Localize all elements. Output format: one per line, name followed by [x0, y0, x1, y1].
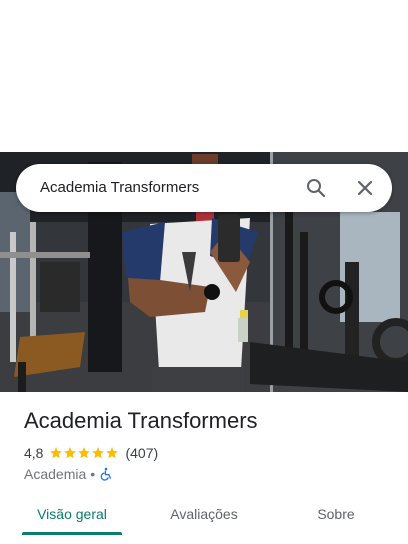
star-icon — [78, 447, 91, 459]
review-count[interactable]: (407) — [125, 445, 158, 461]
star-icon — [106, 447, 119, 459]
tab-about[interactable]: Sobre — [286, 492, 386, 536]
tab-bar: Visão geral Avaliações Sobre — [0, 492, 408, 544]
place-category[interactable]: Academia — [24, 466, 86, 482]
blank-header-area — [0, 0, 408, 152]
tab-overview[interactable]: Visão geral — [22, 492, 122, 536]
star-rating — [49, 446, 119, 460]
star-icon — [64, 447, 77, 459]
close-icon[interactable] — [353, 176, 377, 200]
wheelchair-icon — [99, 467, 113, 481]
category-row: Academia • — [24, 465, 113, 483]
search-icon[interactable] — [304, 176, 328, 200]
search-input[interactable]: Academia Transformers — [40, 164, 199, 212]
search-bar[interactable]: Academia Transformers — [16, 164, 392, 212]
rating-row[interactable]: 4,8 (407) — [24, 444, 158, 462]
star-icon — [50, 447, 63, 459]
category-separator: • — [90, 466, 96, 482]
active-tab-indicator — [22, 532, 122, 535]
place-title: Academia Transformers — [24, 408, 258, 433]
tab-reviews[interactable]: Avaliações — [154, 492, 254, 536]
star-icon — [92, 447, 105, 459]
rating-value: 4,8 — [24, 445, 44, 461]
